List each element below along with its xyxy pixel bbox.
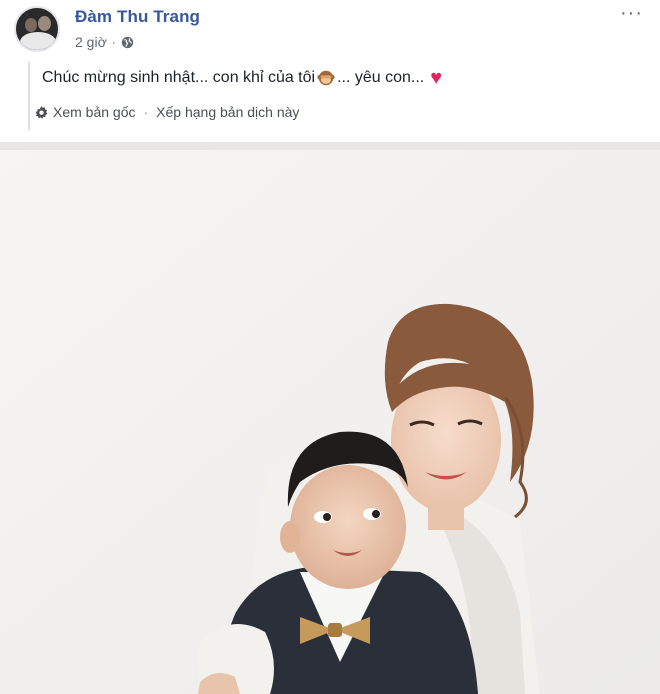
- photo-image: [0, 142, 660, 694]
- heart-emoji-icon: ♥: [430, 67, 443, 89]
- rate-translation-link[interactable]: Xếp hạng bản dịch này: [156, 104, 299, 120]
- post-meta: 2 giờ ·: [75, 34, 134, 50]
- more-options-icon[interactable]: ···: [620, 2, 643, 25]
- gear-icon: [35, 105, 48, 119]
- author-name[interactable]: Đàm Thu Trang: [75, 7, 200, 27]
- status-text-part2: ... yêu con...: [337, 69, 425, 86]
- post-time[interactable]: 2 giờ: [75, 34, 107, 50]
- status-text: Chúc mừng sinh nhật... con khỉ của tôi .…: [42, 68, 442, 88]
- post-content: Chúc mừng sinh nhật... con khỉ của tôi .…: [28, 62, 650, 130]
- meta-separator: ·: [111, 35, 116, 49]
- facebook-post: Đàm Thu Trang 2 giờ · ··· Chúc mừng sinh…: [0, 0, 660, 694]
- status-text-part1: Chúc mừng sinh nhật... con khỉ của tôi: [42, 69, 316, 86]
- post-photo[interactable]: [0, 142, 660, 694]
- avatar[interactable]: [14, 6, 60, 52]
- monkey-emoji-icon: [317, 70, 335, 86]
- globe-icon[interactable]: [121, 36, 134, 49]
- translation-bar: Xem bản gốc · Xếp hạng bản dịch này: [34, 104, 299, 120]
- see-original-link[interactable]: Xem bản gốc: [53, 104, 136, 120]
- translation-separator: ·: [143, 104, 149, 120]
- post-header: Đàm Thu Trang 2 giờ · ···: [0, 0, 660, 60]
